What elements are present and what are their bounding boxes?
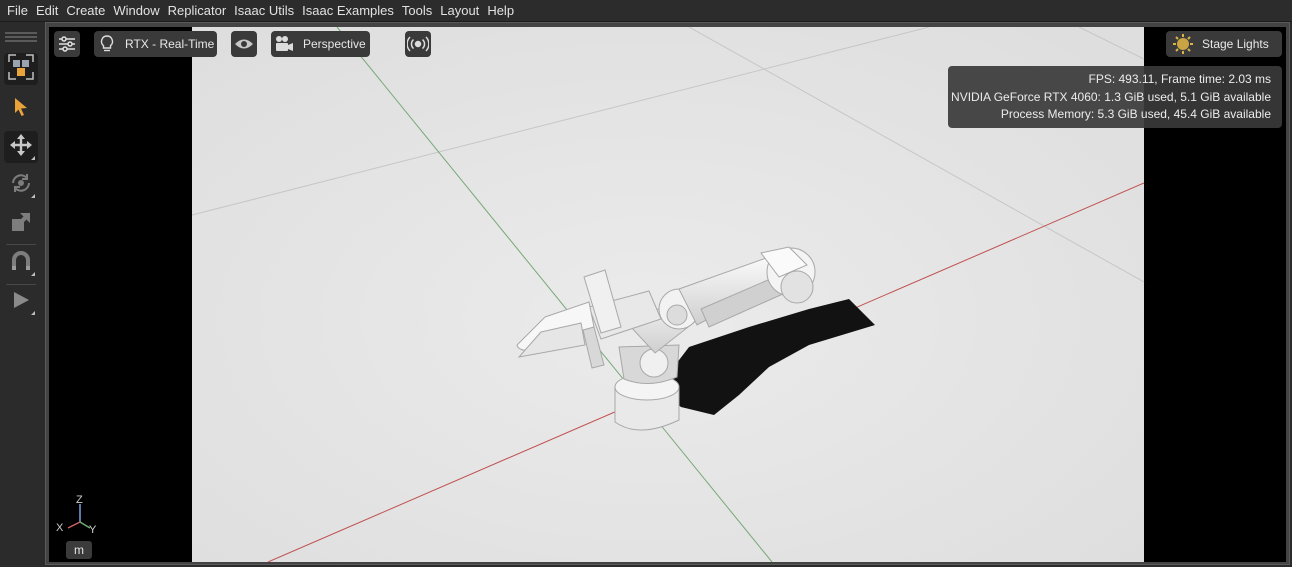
unit-badge[interactable]: m: [66, 541, 92, 559]
menu-file[interactable]: File: [0, 0, 32, 21]
select-mode-icon: [7, 53, 35, 86]
camera-label: Perspective: [303, 37, 366, 51]
camera-expand-chevron-icon[interactable]: [374, 32, 392, 56]
axis-z-label: Z: [76, 494, 83, 506]
render-mode-button[interactable]: RTX - Real-Time: [94, 31, 217, 57]
sun-light-icon: [1166, 33, 1200, 55]
sliders-icon: [54, 36, 80, 52]
scale-icon: [10, 211, 32, 238]
visibility-button[interactable]: [231, 31, 257, 57]
arrow-pointer-icon: [11, 96, 31, 123]
scale-tool-button[interactable]: [4, 208, 38, 240]
viewport-settings-button[interactable]: [54, 31, 80, 57]
snap-tool-button[interactable]: [4, 247, 38, 279]
rotate-options-corner-icon: [31, 194, 35, 198]
select-mode-button[interactable]: [4, 53, 38, 85]
snap-options-corner-icon: [31, 272, 35, 276]
menu-bar: File Edit Create Window Replicator Isaac…: [0, 0, 1292, 22]
move-tool-button[interactable]: [4, 131, 38, 163]
camera-button[interactable]: Perspective: [271, 31, 370, 57]
eye-icon: [231, 37, 257, 51]
menu-help[interactable]: Help: [483, 0, 518, 21]
lightbulb-icon: [94, 35, 120, 53]
stage-lights-button[interactable]: Stage Lights: [1166, 31, 1282, 57]
menu-create[interactable]: Create: [62, 0, 109, 21]
render-mode-label: RTX - Real-Time: [125, 37, 215, 51]
magnet-icon: [10, 250, 32, 277]
toolbar-separator: [6, 244, 36, 245]
menu-isaac-utils[interactable]: Isaac Utils: [230, 0, 298, 21]
menu-window[interactable]: Window: [109, 0, 163, 21]
broadcast-icon: [405, 36, 431, 52]
menu-isaac-examples[interactable]: Isaac Examples: [298, 0, 398, 21]
rotate-tool-button[interactable]: [4, 169, 38, 201]
rotate-icon: [9, 171, 33, 200]
performance-stats-panel: FPS: 493.11, Frame time: 2.03 ms NVIDIA …: [948, 66, 1282, 128]
left-toolbar: [0, 22, 44, 567]
axis-y-label: Y: [89, 524, 97, 536]
fps-stat: FPS: 493.11, Frame time: 2.03 ms: [1088, 72, 1271, 86]
menu-edit[interactable]: Edit: [32, 0, 62, 21]
move-arrows-icon: [9, 133, 33, 162]
axis-gizmo: Z X Y: [52, 494, 102, 545]
lighting-label: Stage Lights: [1202, 37, 1269, 51]
play-icon: [10, 289, 32, 316]
play-button[interactable]: [4, 286, 38, 318]
axis-x-label: X: [56, 522, 64, 534]
gpu-memory-stat: NVIDIA GeForce RTX 4060: 1.3 GiB used, 5…: [951, 89, 1271, 104]
process-memory-stat: Process Memory: 5.3 GiB used, 45.4 GiB a…: [1000, 107, 1271, 121]
menu-replicator[interactable]: Replicator: [164, 0, 231, 21]
toolbar-separator: [6, 284, 36, 285]
toolbar-grip-icon[interactable]: [4, 30, 38, 42]
select-tool-button[interactable]: [4, 93, 38, 125]
menu-layout[interactable]: Layout: [436, 0, 483, 21]
move-options-corner-icon: [31, 156, 35, 160]
menu-tools[interactable]: Tools: [398, 0, 436, 21]
movie-camera-icon: [271, 35, 297, 53]
broadcast-button[interactable]: [405, 31, 431, 57]
play-options-corner-icon: [31, 311, 35, 315]
